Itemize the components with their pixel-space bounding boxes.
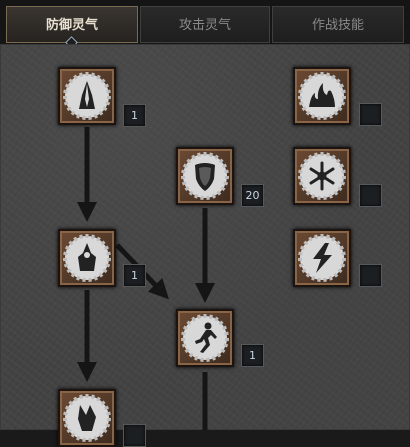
skill-resist-lightning[interactable]	[293, 229, 351, 287]
rank-meditation	[123, 424, 146, 447]
skill-vigor[interactable]	[176, 309, 234, 367]
rank-resist-cold	[359, 184, 382, 207]
rank-defiance: 20	[241, 184, 264, 207]
rank-cleansing: 1	[123, 264, 146, 287]
rank-resist-fire	[359, 103, 382, 126]
rank-resist-lightning	[359, 264, 382, 287]
skill-cleansing[interactable]	[58, 229, 116, 287]
skill-defiance[interactable]	[176, 147, 234, 205]
rank-vigor: 1	[241, 344, 264, 367]
skill-resist-cold[interactable]	[293, 147, 351, 205]
skill-prayer[interactable]	[58, 67, 116, 125]
skill-resist-fire[interactable]	[293, 67, 351, 125]
skill-meditation[interactable]	[58, 389, 116, 447]
rank-prayer: 1	[123, 104, 146, 127]
